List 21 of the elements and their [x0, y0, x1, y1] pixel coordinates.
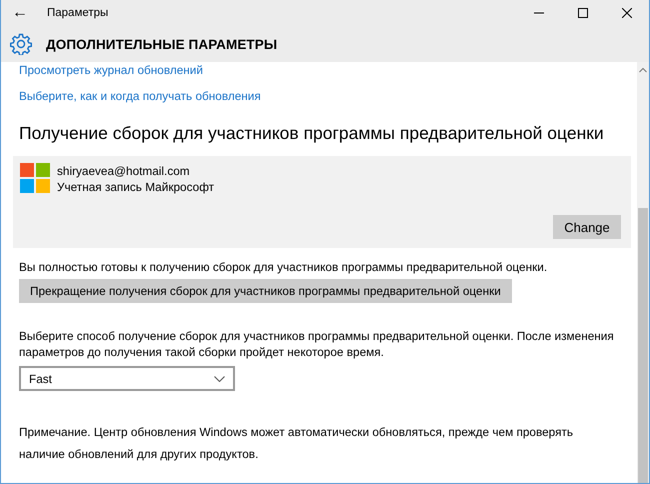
settings-icon: [10, 33, 32, 55]
delivery-link[interactable]: Выберите, как и когда получать обновления: [19, 89, 261, 103]
account-email: shiryaevea@hotmail.com: [57, 163, 191, 179]
note-text: Примечание. Центр обновления Windows может автоматически обновляться, прежде чем проверять наличие обновлений для других продуктов.: [19, 424, 574, 463]
page-heading: ДОПОЛНИТЕЛЬНЫЕ ПАРАМЕТРЫ: [46, 36, 278, 52]
scrollbar[interactable]: [637, 62, 649, 483]
change-button[interactable]: Change: [553, 215, 621, 239]
status-text: Вы полностью готовы к получению сборок для участников программы предварительной оценки.: [19, 260, 548, 274]
back-button[interactable]: ←: [1, 4, 39, 22]
description-text: Выберите способ получение сборок для участников программы предварительной оценки. После изменения параметров до получения такой сборки пройдет некоторое время.: [19, 328, 615, 360]
scroll-up-icon[interactable]: [639, 67, 647, 73]
close-icon[interactable]: [622, 8, 632, 18]
chevron-icon: [214, 376, 225, 382]
section-heading: Получение сборок для участников программы предварительной оценки: [19, 123, 604, 144]
history-link[interactable]: Просмотреть журнал обновлений: [19, 63, 203, 77]
ring-dropdown[interactable]: Fast: [19, 366, 235, 391]
windows-logo-icon: [20, 163, 50, 193]
stop-builds-button[interactable]: Прекращение получения сборок для участников программы предварительной оценки: [19, 279, 512, 303]
window-title: Параметры: [47, 7, 110, 19]
account-type: Учетная запись Майкрософт: [57, 179, 214, 195]
maximize-icon[interactable]: [578, 8, 588, 18]
